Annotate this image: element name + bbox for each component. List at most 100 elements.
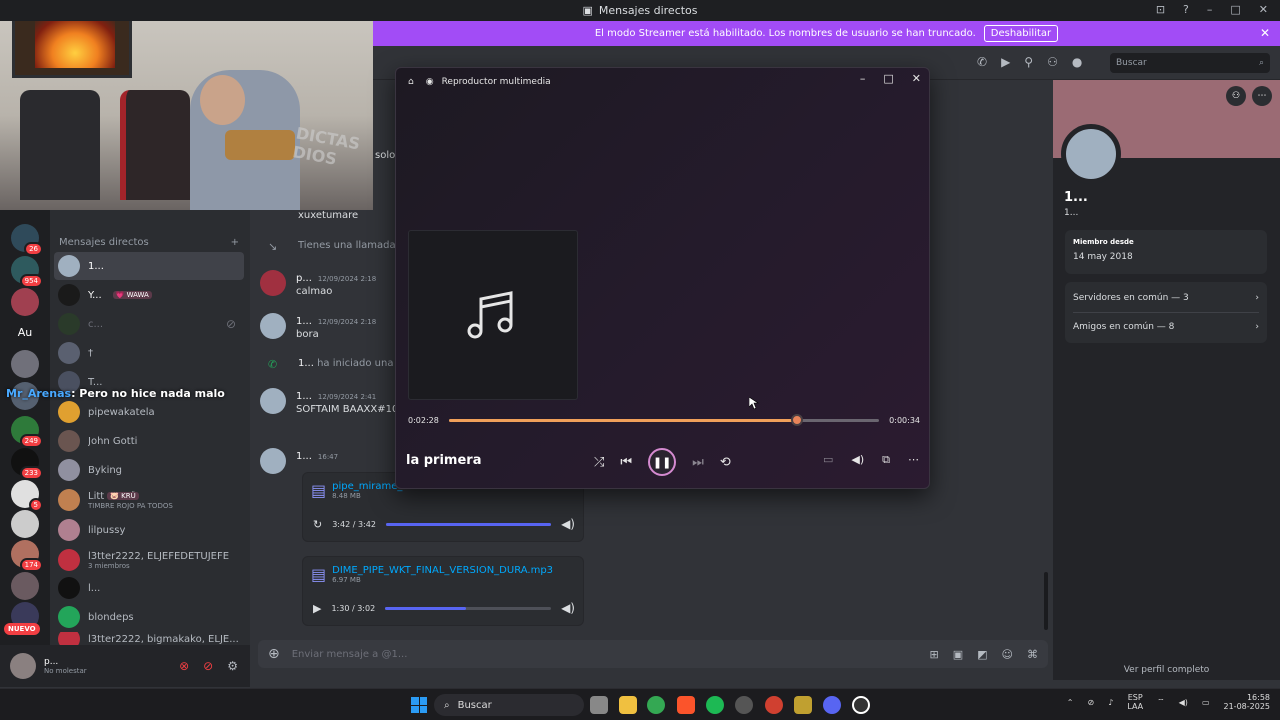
start-button[interactable] xyxy=(411,697,427,713)
server-icon[interactable] xyxy=(11,572,39,600)
speaker-icon[interactable]: ◀) xyxy=(1179,698,1188,707)
discord-icon[interactable] xyxy=(823,696,841,714)
shuffle-icon[interactable]: ⤮ xyxy=(594,455,604,470)
mini-player-icon[interactable]: ⧉ xyxy=(882,453,890,467)
deafen-icon[interactable]: ⊘ xyxy=(203,659,213,673)
message-author[interactable]: p... xyxy=(296,273,312,284)
avatar[interactable] xyxy=(260,388,286,414)
volume-icon[interactable]: ◀) xyxy=(561,517,575,531)
dm-item[interactable]: blondeps xyxy=(54,603,244,631)
home-icon[interactable]: ⌂ xyxy=(408,77,414,87)
search-input[interactable]: Buscar ⌕ xyxy=(1110,53,1270,73)
add-dm-button[interactable]: + xyxy=(231,237,239,248)
media-player-icon[interactable] xyxy=(852,696,870,714)
user-profile-icon[interactable]: ● xyxy=(1072,55,1082,69)
seek-thumb[interactable] xyxy=(791,414,804,426)
task-view-icon[interactable] xyxy=(590,696,608,714)
gift-icon[interactable]: ⊞ xyxy=(930,648,939,661)
inbox-icon[interactable]: ⊡ xyxy=(1156,3,1165,16)
clock[interactable]: 16:58 21-08-2025 xyxy=(1224,693,1271,711)
message-author[interactable]: 1... xyxy=(296,391,312,402)
repeat-icon[interactable]: ⟲ xyxy=(720,455,731,470)
chat-scrollbar[interactable] xyxy=(1044,572,1048,630)
add-friend-icon[interactable]: ⚇ xyxy=(1047,55,1058,69)
dm-item[interactable]: John Gotti xyxy=(54,427,244,455)
close-button[interactable]: ✕ xyxy=(1259,3,1268,16)
avatar[interactable] xyxy=(260,313,286,339)
more-options-icon[interactable]: ⋯ xyxy=(1252,86,1272,106)
dm-item[interactable]: l3tter2222, ELJEFEDETUJEFE 3 miembros xyxy=(54,545,244,575)
spotify-icon[interactable] xyxy=(706,696,724,714)
mute-mic-icon[interactable]: ⊗ xyxy=(179,659,189,673)
pin-icon[interactable]: ⚲ xyxy=(1024,55,1033,69)
avatar[interactable] xyxy=(260,270,286,296)
dm-item[interactable]: Byking xyxy=(54,456,244,484)
play-icon[interactable]: ▶ xyxy=(313,602,321,615)
add-attachment-icon[interactable]: ⊕ xyxy=(268,646,280,662)
message-composer[interactable]: ⊕ Enviar mensaje a @1... ⊞ ▣ ◩ ☺ ⌘ xyxy=(258,640,1048,668)
chrome-icon[interactable] xyxy=(647,696,665,714)
emoji-icon[interactable]: ☺ xyxy=(1002,648,1013,661)
dm-item[interactable]: † xyxy=(54,339,244,367)
replay-icon[interactable]: ↻ xyxy=(313,518,322,531)
next-icon[interactable]: ⏭ xyxy=(692,455,704,470)
profile-avatar[interactable] xyxy=(1061,124,1121,184)
maximize-button[interactable]: □ xyxy=(1230,3,1240,16)
close-button[interactable]: ✕ xyxy=(912,72,921,85)
message-author[interactable]: 1... xyxy=(296,316,312,327)
close-icon[interactable]: ✕ xyxy=(1260,26,1270,40)
server-icon[interactable]: 249 xyxy=(11,416,43,448)
seek-bar[interactable] xyxy=(448,414,880,426)
previous-icon[interactable]: ⏮ xyxy=(620,455,632,470)
subtitles-icon[interactable]: ▭ xyxy=(823,453,833,467)
dm-item[interactable]: Litt 🐷 KRÜ TIMBRE ROJO PA TODOS xyxy=(54,485,244,515)
sticker-icon[interactable]: ◩ xyxy=(977,648,987,661)
settings-icon[interactable]: ⚙ xyxy=(227,659,238,673)
avatar[interactable] xyxy=(10,653,36,679)
server-icon[interactable] xyxy=(11,350,39,378)
minimize-button[interactable]: – xyxy=(1207,3,1213,16)
battery-icon[interactable]: ▭ xyxy=(1202,698,1210,707)
message-author[interactable]: 1... xyxy=(296,451,312,462)
language-indicator[interactable]: ESP LAA xyxy=(1127,693,1143,711)
dm-item[interactable]: Y... 💗 WAWA xyxy=(54,281,244,309)
taskbar-search[interactable]: ⌕ Buscar xyxy=(434,694,584,716)
voice-call-icon[interactable]: ✆ xyxy=(977,55,987,69)
audio-progress[interactable] xyxy=(385,606,552,610)
help-icon[interactable]: ? xyxy=(1183,3,1189,16)
file-name[interactable]: DIME_PIPE_WKT_FINAL_VERSION_DURA.mp3 xyxy=(332,565,553,576)
gif-icon[interactable]: ▣ xyxy=(953,648,963,661)
wifi-icon[interactable]: ⌔ xyxy=(1157,697,1165,707)
volume-icon[interactable]: ◀) xyxy=(851,453,864,467)
network-icon[interactable]: ⊘ xyxy=(1088,698,1095,707)
server-icon[interactable]: 174 xyxy=(11,540,43,572)
avatar[interactable] xyxy=(260,448,286,474)
server-icon[interactable]: 954 xyxy=(11,256,43,288)
audio-progress[interactable] xyxy=(385,522,552,526)
brave-icon[interactable] xyxy=(677,696,695,714)
dm-item[interactable]: 1... xyxy=(54,252,244,280)
dm-item[interactable]: l3tter2222, bigmakako, ELJE... xyxy=(54,632,244,646)
file-name[interactable]: pipe_mirame_ xyxy=(332,481,402,492)
add-friend-icon[interactable]: ⚇ xyxy=(1226,86,1246,106)
chevron-up-icon[interactable]: ⌃ xyxy=(1067,698,1074,707)
disable-streamer-button[interactable]: Deshabilitar xyxy=(983,25,1059,42)
server-icon-au[interactable]: Au xyxy=(11,318,39,346)
volume-icon[interactable]: ◀) xyxy=(561,601,575,615)
file-explorer-icon[interactable] xyxy=(619,696,637,714)
dm-item[interactable]: l... xyxy=(54,574,244,602)
server-icon[interactable] xyxy=(11,510,39,538)
app-icon[interactable] xyxy=(794,696,812,714)
minimize-button[interactable]: – xyxy=(860,72,866,85)
video-call-icon[interactable]: ▶ xyxy=(1001,55,1010,69)
more-options-icon[interactable]: ⋯ xyxy=(908,453,919,467)
dm-item[interactable]: lilpussy xyxy=(54,516,244,544)
server-icon[interactable]: 5 xyxy=(11,480,43,512)
microphone-icon[interactable]: ♪ xyxy=(1108,698,1113,707)
server-icon[interactable]: 26 xyxy=(11,224,43,256)
pause-button[interactable]: ❚❚ xyxy=(648,448,677,476)
app-icon[interactable] xyxy=(765,696,783,714)
dm-item[interactable]: pipewakatela xyxy=(54,398,244,426)
mutual-servers[interactable]: Servidores en común — 3 › xyxy=(1067,284,1265,312)
view-full-profile[interactable]: Ver perfil completo xyxy=(1053,665,1280,675)
